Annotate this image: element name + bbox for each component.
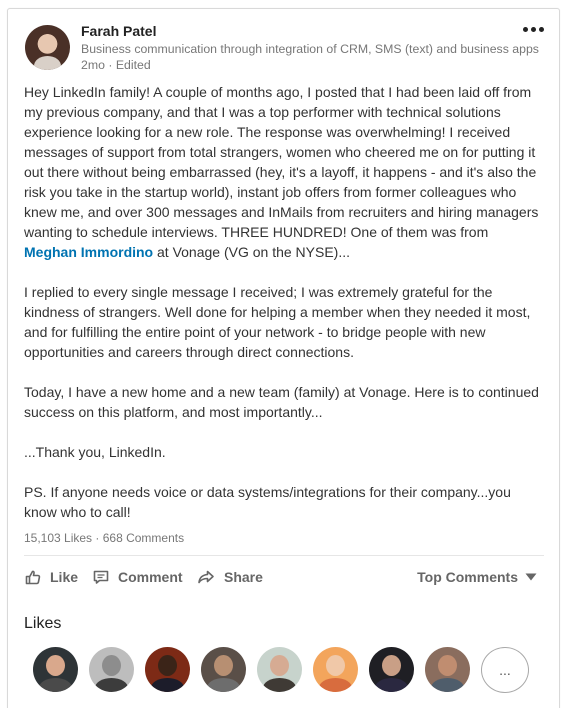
more-likers-button[interactable]: ... — [481, 647, 529, 693]
post-card: Farah Patel Business communication throu… — [7, 8, 560, 708]
post-paragraph: I replied to every single message I rece… — [24, 284, 531, 360]
divider — [24, 555, 544, 556]
more-options-button[interactable] — [523, 25, 545, 35]
share-arrow-icon — [198, 570, 214, 584]
post-paragraph: ...Thank you, LinkedIn. — [24, 444, 166, 460]
post-paragraph: PS. If anyone needs voice or data system… — [24, 484, 511, 520]
liker-avatar[interactable] — [257, 647, 302, 692]
author-name[interactable]: Farah Patel — [81, 23, 156, 39]
sort-comments-dropdown[interactable]: Top Comments — [417, 566, 537, 588]
liker-avatar[interactable] — [33, 647, 78, 692]
liker-avatar[interactable] — [425, 647, 470, 692]
likes-heading: Likes — [24, 615, 62, 632]
author-headline: Business communication through integrati… — [81, 42, 539, 56]
post-meta: 2mo · Edited — [81, 58, 151, 72]
more-horizontal-icon — [523, 27, 528, 32]
share-button[interactable]: Share — [197, 566, 263, 588]
caret-down-icon — [525, 573, 537, 581]
like-button[interactable]: Like — [25, 566, 78, 588]
sort-label: Top Comments — [417, 569, 518, 585]
liker-avatar[interactable] — [369, 647, 414, 692]
like-thumb-icon — [25, 570, 41, 585]
post-paragraph: Today, I have a new home and a new team … — [24, 384, 539, 420]
post-actions: Like Comment Share Top Comments — [24, 566, 544, 588]
liker-avatar[interactable] — [89, 647, 134, 692]
post-paragraph: Hey LinkedIn family! A couple of months … — [24, 84, 539, 260]
liker-avatar[interactable] — [145, 647, 190, 692]
author-avatar[interactable] — [25, 25, 70, 70]
post-stats[interactable]: 15,103 Likes · 668 Comments — [24, 531, 184, 545]
liker-avatar[interactable] — [313, 647, 358, 692]
comment-icon — [93, 570, 109, 584]
liker-avatar[interactable] — [201, 647, 246, 692]
comment-label: Comment — [118, 569, 183, 585]
share-label: Share — [224, 569, 263, 585]
comment-button[interactable]: Comment — [93, 566, 183, 588]
like-label: Like — [50, 569, 79, 585]
mention-link[interactable]: Meghan Immordino — [24, 244, 153, 260]
post-body: Hey LinkedIn family! A couple of months … — [24, 82, 544, 522]
